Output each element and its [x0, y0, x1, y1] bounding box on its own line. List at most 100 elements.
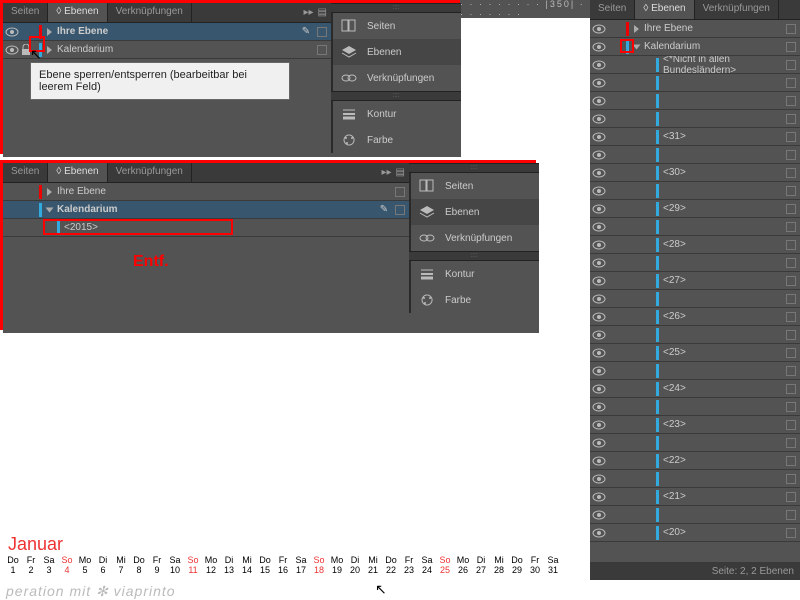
visibility-icon[interactable] [592, 186, 606, 196]
sublayer-row[interactable]: <25> [590, 344, 800, 362]
sublayer-row[interactable] [590, 398, 800, 416]
sublayer-row[interactable]: <*Nicht in allen Bundesländern> [590, 56, 800, 74]
side-item-links[interactable]: Verknüpfungen [409, 225, 539, 251]
visibility-icon[interactable] [592, 276, 606, 286]
selection-square[interactable] [786, 204, 796, 214]
visibility-icon[interactable] [592, 420, 606, 430]
side-item-layers[interactable]: Ebenen [409, 199, 539, 225]
visibility-icon[interactable] [592, 240, 606, 250]
sublayer-row[interactable] [590, 146, 800, 164]
edit-icon[interactable]: ✎ [299, 26, 313, 37]
side-item-color[interactable]: Farbe [331, 127, 461, 153]
tab-ebenen[interactable]: ◊ Ebenen [635, 0, 694, 19]
selection-square[interactable] [786, 510, 796, 520]
sublayer-row[interactable]: <30> [590, 164, 800, 182]
sublayer-row[interactable]: <24> [590, 380, 800, 398]
menu-icon[interactable]: ▤ [318, 7, 327, 18]
selection-square[interactable] [786, 222, 796, 232]
visibility-icon[interactable] [592, 438, 606, 448]
selection-square[interactable] [395, 205, 405, 215]
expand-arrow-icon[interactable] [47, 188, 52, 196]
selection-square[interactable] [786, 528, 796, 538]
visibility-icon[interactable] [592, 204, 606, 214]
layer-row-kalendarium[interactable]: Kalendarium [3, 41, 331, 59]
sublayer-row[interactable] [590, 506, 800, 524]
expand-arrow-icon[interactable] [634, 25, 639, 33]
visibility-icon[interactable] [592, 60, 606, 70]
selection-square[interactable] [786, 132, 796, 142]
selection-square[interactable] [317, 27, 327, 37]
side-item-stroke[interactable]: Kontur [409, 261, 539, 287]
selection-square[interactable] [786, 150, 796, 160]
tab-verknupf[interactable]: Verknüpfungen [108, 163, 192, 182]
visibility-icon[interactable] [592, 456, 606, 466]
visibility-icon[interactable] [592, 312, 606, 322]
visibility-icon[interactable] [5, 45, 19, 55]
tab-ebenen[interactable]: ◊ Ebenen [48, 163, 107, 182]
selection-square[interactable] [786, 492, 796, 502]
sublayer-row[interactable]: <20> [590, 524, 800, 542]
selection-square[interactable] [786, 294, 796, 304]
side-item-color[interactable]: Farbe [409, 287, 539, 313]
selection-square[interactable] [395, 187, 405, 197]
edit-icon[interactable]: ✎ [377, 204, 391, 215]
side-item-links[interactable]: Verknüpfungen [331, 65, 461, 91]
sublayer-row[interactable]: <26> [590, 308, 800, 326]
sublayer-row[interactable] [590, 434, 800, 452]
layer-row-ihre-ebene[interactable]: Ihre Ebene [590, 20, 800, 38]
visibility-icon[interactable] [592, 384, 606, 394]
selection-square[interactable] [786, 402, 796, 412]
sublayer-row[interactable] [590, 290, 800, 308]
sublayer-row[interactable] [590, 254, 800, 272]
selection-square[interactable] [317, 45, 327, 55]
selection-square[interactable] [786, 168, 796, 178]
selection-square[interactable] [786, 258, 796, 268]
expand-arrow-icon[interactable] [47, 46, 52, 54]
visibility-icon[interactable] [592, 78, 606, 88]
visibility-icon[interactable] [592, 258, 606, 268]
sublayer-row[interactable]: <27> [590, 272, 800, 290]
layer-row-ihre-ebene[interactable]: Ihre Ebene [3, 183, 409, 201]
sublayer-row[interactable]: <31> [590, 128, 800, 146]
layer-row-kalendarium[interactable]: Kalendarium ✎ [3, 201, 409, 219]
selection-square[interactable] [786, 330, 796, 340]
layer-row-ihre-ebene[interactable]: Ihre Ebene ✎ [3, 23, 331, 41]
menu-icon[interactable]: ▤ [396, 167, 405, 178]
selection-square[interactable] [786, 312, 796, 322]
visibility-icon[interactable] [592, 366, 606, 376]
selection-square[interactable] [786, 114, 796, 124]
sublayer-row[interactable]: <21> [590, 488, 800, 506]
visibility-icon[interactable] [592, 96, 606, 106]
selection-square[interactable] [786, 366, 796, 376]
visibility-icon[interactable] [592, 114, 606, 124]
visibility-icon[interactable] [592, 132, 606, 142]
sublayer-row[interactable] [590, 110, 800, 128]
layer-row-kalendarium[interactable]: Kalendarium [590, 38, 800, 56]
selection-square[interactable] [786, 42, 796, 52]
visibility-icon[interactable] [5, 27, 19, 37]
visibility-icon[interactable] [592, 222, 606, 232]
visibility-icon[interactable] [592, 348, 606, 358]
sublayer-row[interactable] [590, 74, 800, 92]
sublayer-row[interactable] [590, 326, 800, 344]
expand-arrow-icon[interactable] [47, 28, 52, 36]
visibility-icon[interactable] [592, 492, 606, 502]
selection-square[interactable] [786, 24, 796, 34]
selection-square[interactable] [786, 96, 796, 106]
visibility-icon[interactable] [592, 24, 606, 34]
selection-square[interactable] [786, 240, 796, 250]
side-item-pages[interactable]: Seiten [331, 13, 461, 39]
rewind-icon[interactable]: ▸▸ [304, 7, 314, 18]
tab-seiten[interactable]: Seiten [590, 0, 635, 19]
tab-verknupf[interactable]: Verknüpfungen [695, 0, 779, 19]
selection-square[interactable] [786, 384, 796, 394]
sublayer-row-2015[interactable]: <2015> [3, 219, 409, 237]
tab-seiten[interactable]: Seiten [3, 3, 48, 22]
selection-square[interactable] [786, 474, 796, 484]
visibility-icon[interactable] [592, 510, 606, 520]
tab-verknupf[interactable]: Verknüpfungen [108, 3, 192, 22]
visibility-icon[interactable] [592, 150, 606, 160]
selection-square[interactable] [786, 276, 796, 286]
tab-ebenen[interactable]: ◊ Ebenen [48, 3, 107, 22]
sublayer-row[interactable] [590, 362, 800, 380]
